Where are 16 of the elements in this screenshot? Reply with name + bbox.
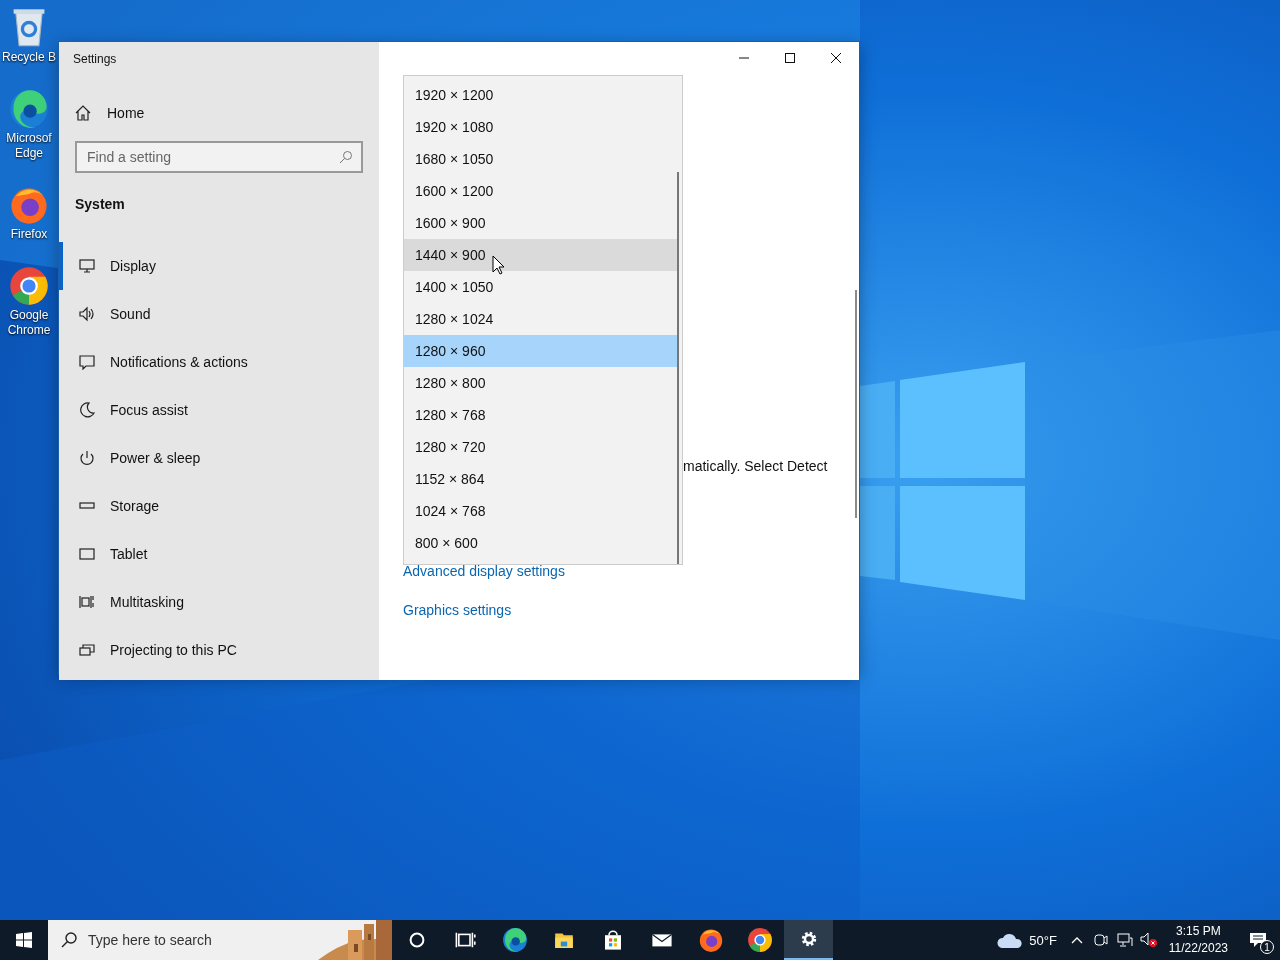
cloud-icon[interactable] xyxy=(997,932,1024,948)
network-icon[interactable] xyxy=(1116,932,1133,948)
clock-date: 11/22/2023 xyxy=(1168,940,1228,957)
chevron-up-icon[interactable] xyxy=(1070,936,1083,944)
taskbar-app-button[interactable] xyxy=(784,920,833,960)
weather-temperature[interactable]: 50°F xyxy=(1029,932,1057,948)
windows-logo-icon xyxy=(16,932,32,948)
notification-count: 1 xyxy=(1260,940,1274,954)
chrome-icon xyxy=(745,926,774,954)
clock[interactable]: 3:15 PM 11/22/2023 xyxy=(1160,923,1236,957)
search-icon xyxy=(60,931,78,949)
clock-time: 3:15 PM xyxy=(1176,923,1221,940)
volume-muted-icon[interactable] xyxy=(1139,932,1158,948)
edge-icon xyxy=(500,926,529,954)
camera-icon[interactable] xyxy=(1093,932,1108,948)
taskbar-search-field[interactable]: Type here to search xyxy=(48,920,392,960)
